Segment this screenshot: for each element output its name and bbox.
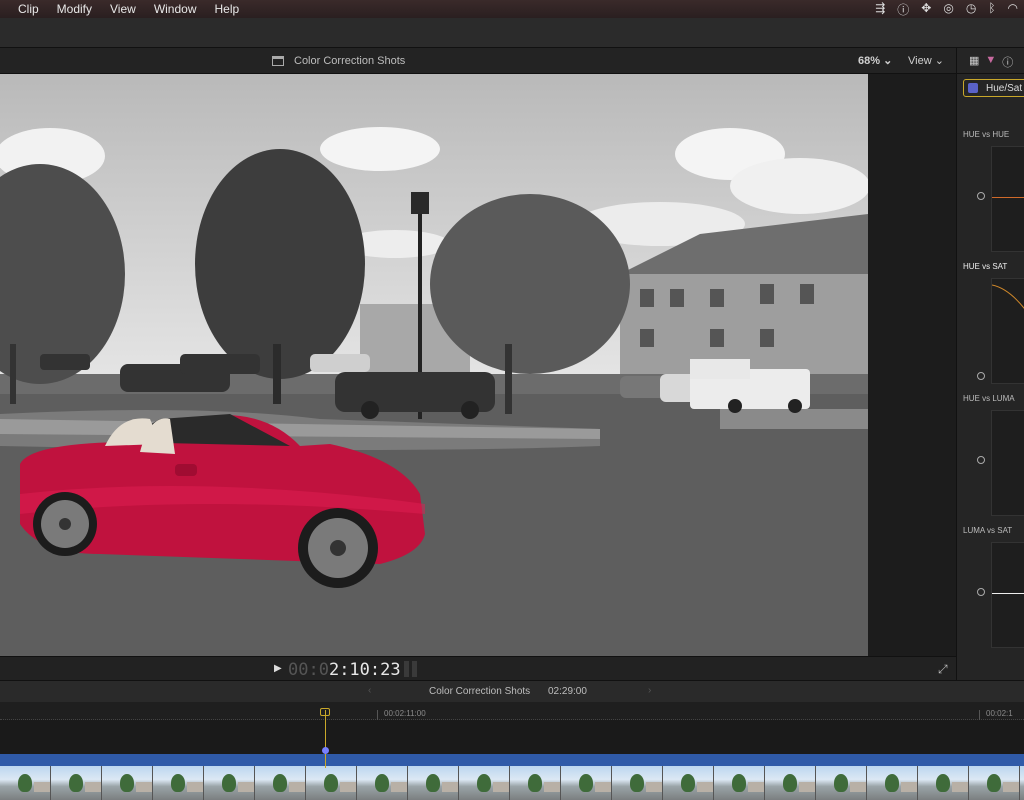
zoom-menu[interactable]: 68% ⌄ [858, 54, 892, 67]
curve-label: HUE vs LUMA [963, 394, 1015, 403]
video-frame [0, 74, 868, 656]
back-arrow-icon[interactable]: ‹ [368, 685, 371, 696]
project-name: Color Correction Shots [429, 686, 531, 697]
viewer-title: Color Correction Shots [272, 55, 405, 67]
timeline-ruler[interactable]: 00:02:11:00 00:02:1 [0, 702, 1024, 720]
curve-hue-vs-luma: HUE vs LUMA [963, 394, 1024, 516]
ruler-tick [377, 710, 378, 720]
dropbox-icon[interactable]: ✥ [921, 1, 931, 18]
curve-graph[interactable] [991, 542, 1024, 648]
app-toolbar [0, 18, 1024, 48]
filmstrip-frame [459, 766, 510, 800]
curve-hue-vs-hue: HUE vs HUE [963, 130, 1024, 252]
transport-bar: ▶ 00:02:10:23 ⤢ [0, 656, 956, 680]
filmstrip-frame [714, 766, 765, 800]
filmstrip-frame [765, 766, 816, 800]
creative-cloud-icon[interactable]: ◎ [943, 1, 953, 18]
status-icons: ⇶ ⓘ ✥ ◎ ◷ ᛒ ◠ [875, 1, 1018, 18]
filmstrip-frame [969, 766, 1020, 800]
audio-meter [404, 661, 418, 677]
eyedropper-icon[interactable] [977, 192, 985, 200]
airplay-icon[interactable]: ⇶ [875, 1, 885, 18]
filmstrip-frame [153, 766, 204, 800]
curve-graph[interactable] [991, 278, 1024, 384]
playhead-handle[interactable] [320, 708, 330, 716]
filmstrip-frame [357, 766, 408, 800]
forward-arrow-icon[interactable]: › [648, 685, 651, 696]
filmstrip-frame [663, 766, 714, 800]
sat-curve [991, 284, 1024, 309]
menu-bar: Clip Modify View Window Help ⇶ ⓘ ✥ ◎ ◷ ᛒ… [0, 0, 1024, 18]
filmstrip-frame [612, 766, 663, 800]
view-menu[interactable]: View ⌄ [908, 54, 944, 67]
hue-sat-effect-toggle[interactable]: Hue/Sat [963, 79, 1024, 97]
filmstrip-frame [102, 766, 153, 800]
info-status-icon[interactable]: ⓘ [897, 1, 909, 18]
playhead[interactable] [325, 710, 326, 768]
eyedropper-icon[interactable] [977, 372, 985, 380]
filmstrip-frame [204, 766, 255, 800]
viewer-header: Color Correction Shots 68% ⌄ View ⌄ [0, 48, 956, 74]
filmstrip-frame [816, 766, 867, 800]
filmstrip-frame [0, 766, 51, 800]
menu-view[interactable]: View [110, 2, 136, 16]
film-icon[interactable]: ▦ [969, 54, 979, 73]
menu-help[interactable]: Help [215, 2, 240, 16]
filmstrip-frame [255, 766, 306, 800]
clip-title-bar[interactable] [0, 754, 1024, 766]
timecode-display[interactable]: 00:02:10:23 [288, 660, 401, 680]
curve-graph[interactable] [991, 410, 1024, 516]
clip-filmstrip[interactable] [0, 766, 1024, 800]
wifi-icon[interactable]: ◠ [1008, 1, 1018, 18]
curve-label: LUMA vs SAT [963, 526, 1013, 535]
filmstrip-frame [510, 766, 561, 800]
fullscreen-icon[interactable]: ⤢ [938, 662, 948, 677]
curve-label: HUE vs SAT [963, 262, 1008, 271]
clapperboard-icon [272, 56, 284, 66]
viewer-title-text: Color Correction Shots [294, 55, 406, 67]
eyedropper-icon[interactable] [977, 588, 985, 596]
filmstrip-frame [867, 766, 918, 800]
filmstrip-frame [918, 766, 969, 800]
eyedropper-icon[interactable] [977, 456, 985, 464]
curve-hue-vs-sat: HUE vs SAT [963, 262, 1024, 384]
ruler-label: 00:02:11:00 [384, 709, 426, 718]
filmstrip-frame [306, 766, 357, 800]
timeline-header: ‹ Color Correction Shots 02:29:00 › [0, 680, 1024, 702]
bluetooth-icon[interactable]: ᛒ [988, 1, 995, 18]
info-icon[interactable]: ⓘ [1002, 54, 1013, 73]
filmstrip-frame [561, 766, 612, 800]
viewer-margin [868, 74, 956, 656]
filmstrip-frame [1020, 766, 1024, 800]
inspector-tabs: ▦ ▼ ⓘ [957, 48, 1024, 74]
menu-window[interactable]: Window [154, 2, 197, 16]
video-viewer[interactable] [0, 74, 868, 656]
effect-label: Hue/Sat [986, 82, 1023, 94]
curve-label: HUE vs HUE [963, 130, 1010, 139]
color-board-icon[interactable]: ▼ [985, 54, 996, 73]
ruler-label: 00:02:1 [986, 709, 1013, 718]
color-inspector: ▦ ▼ ⓘ Hue/Sat HUE vs HUE HUE vs SAT HUE … [956, 48, 1024, 680]
curve-graph[interactable] [991, 146, 1024, 252]
project-duration: 02:29:00 [548, 686, 587, 697]
ruler-tick [979, 710, 980, 720]
filmstrip-frame [51, 766, 102, 800]
menu-clip[interactable]: Clip [18, 2, 39, 16]
play-button[interactable]: ▶ [274, 663, 282, 674]
curve-luma-vs-sat: LUMA vs SAT [963, 526, 1024, 648]
time-machine-icon[interactable]: ◷ [966, 1, 976, 18]
skimmer-knob[interactable] [322, 747, 329, 754]
filmstrip-frame [408, 766, 459, 800]
effect-checkbox[interactable] [968, 83, 978, 93]
menu-modify[interactable]: Modify [57, 2, 92, 16]
